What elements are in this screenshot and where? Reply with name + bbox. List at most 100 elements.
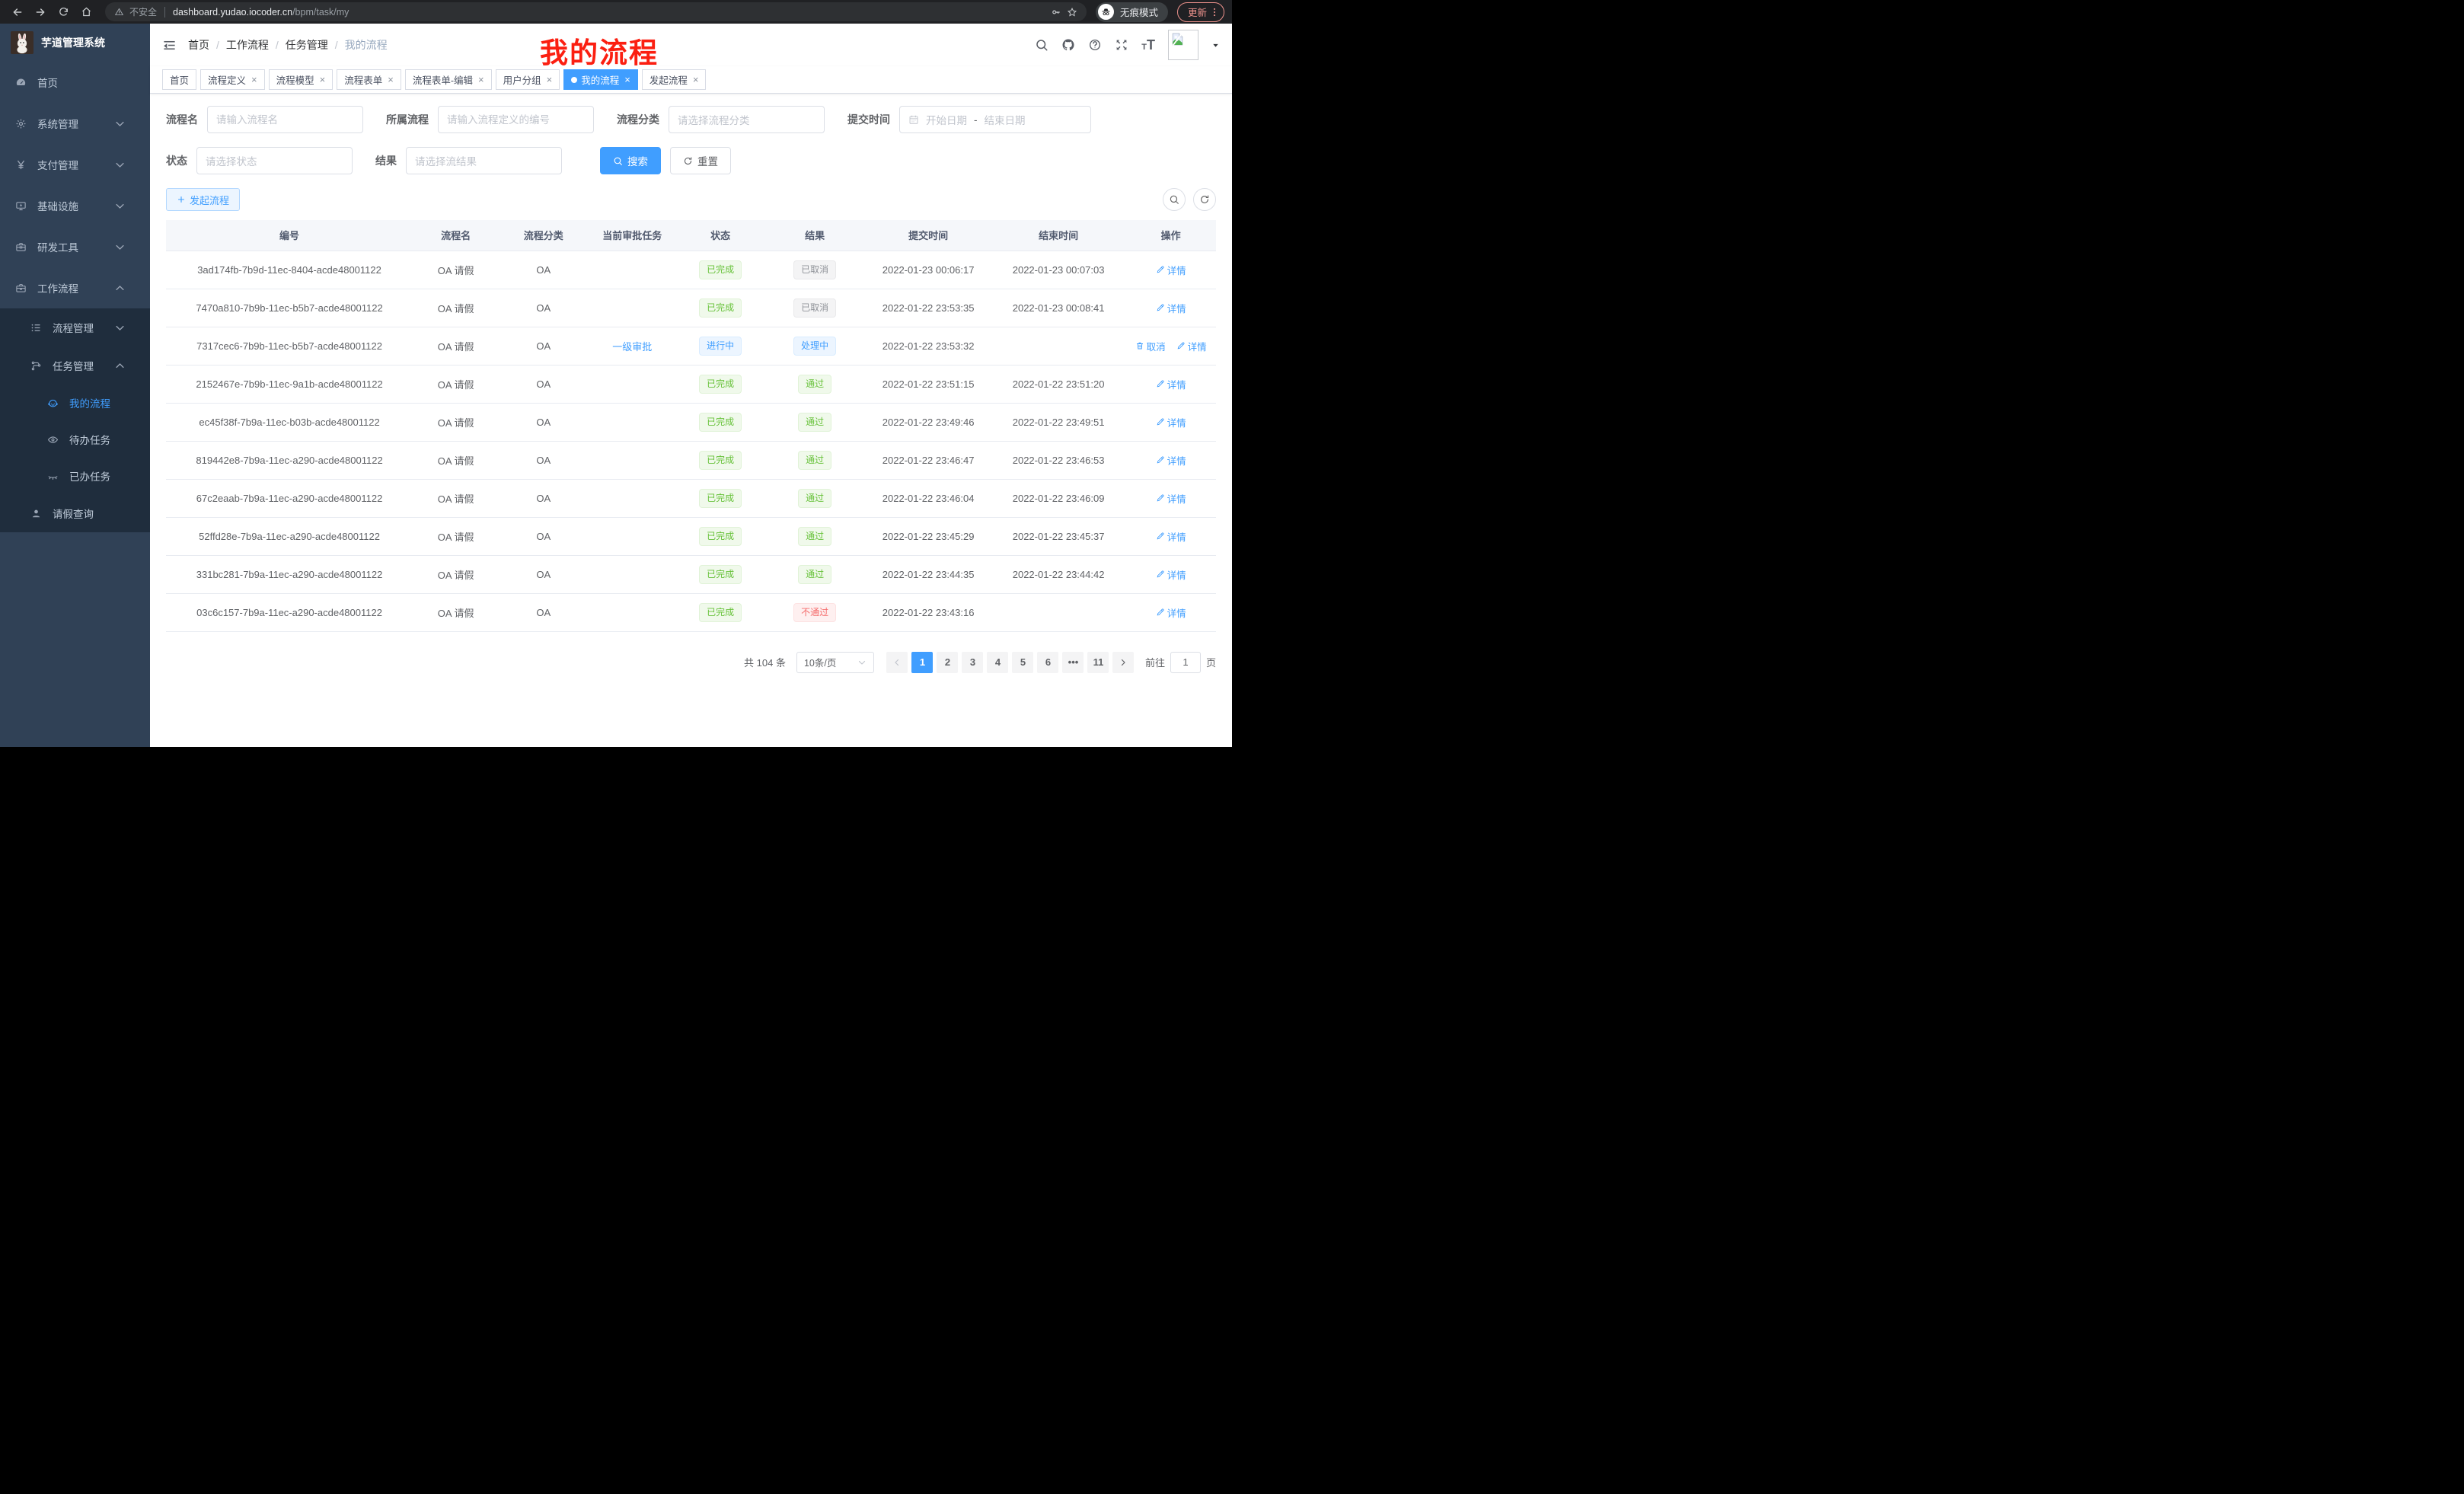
page-button-3[interactable]: 3 [962,652,983,673]
table-row[interactable]: 7317cec6-7b9b-11ec-b5b7-acde48001122 OA … [166,327,1216,365]
font-size-icon[interactable]: TT [1141,38,1155,52]
close-icon[interactable]: × [320,75,326,85]
process-definition-input[interactable] [438,106,594,133]
table-row[interactable]: 67c2eaab-7b9a-11ec-a290-acde48001122 OA … [166,479,1216,517]
sidebar-item-home[interactable]: 首页 [0,62,150,103]
close-icon[interactable]: × [478,75,484,85]
breadcrumb-item[interactable]: 工作流程 [226,37,269,53]
address-bar[interactable]: 不安全 dashboard.yudao.iocoder.cn/bpm/task/… [105,2,1087,21]
cell-status: 已完成 [676,403,764,441]
table-row[interactable]: 52ffd28e-7b9a-11ec-a290-acde48001122 OA … [166,517,1216,555]
sidebar-item-task-manage[interactable]: 任务管理 [0,346,150,385]
sidebar-item-infra[interactable]: 基础设施 [0,185,150,226]
close-icon[interactable]: × [693,75,699,85]
page-button-5[interactable]: 5 [1012,652,1033,673]
status-badge: 已完成 [699,298,742,318]
edit-icon [1156,265,1165,274]
submit-time-daterange[interactable]: 开始日期-结束日期 [899,106,1091,133]
table-row[interactable]: 3ad174fb-7b9d-11ec-8404-acde48001122 OA … [166,251,1216,289]
page-button-6[interactable]: 6 [1037,652,1058,673]
sidebar-fold-icon[interactable] [162,38,177,53]
app-logo[interactable]: 芋道管理系统 [0,24,150,62]
sidebar-item-payment[interactable]: 支付管理 [0,144,150,185]
show-search-button[interactable] [1163,188,1186,211]
create-process-button[interactable]: 发起流程 [166,188,240,211]
refresh-icon [1199,194,1210,205]
cell-result: 通过 [764,441,865,479]
current-task-link[interactable]: 一级审批 [612,341,652,353]
tab-start-process[interactable]: 发起流程 × [642,69,707,90]
browser-forward-icon[interactable] [30,2,50,22]
detail-link[interactable]: 详情 [1156,529,1186,544]
table-row[interactable]: 331bc281-7b9a-11ec-a290-acde48001122 OA … [166,555,1216,593]
breadcrumb-item[interactable]: 任务管理 [286,37,328,53]
table-row[interactable]: 03c6c157-7b9a-11ec-a290-acde48001122 OA … [166,593,1216,631]
sidebar-item-devtools[interactable]: 研发工具 [0,226,150,267]
avatar[interactable] [1168,30,1198,60]
sidebar-item-my-process[interactable]: 我的流程 [0,385,150,421]
browser-reload-icon[interactable] [53,2,73,22]
sidebar-item-process-manage[interactable]: 流程管理 [0,308,150,346]
close-icon[interactable]: × [547,75,553,85]
browser-home-icon[interactable] [76,2,96,22]
browser-back-icon[interactable] [8,2,27,22]
tab-process-form[interactable]: 流程表单 × [337,69,401,90]
tab-my-process[interactable]: 我的流程 × [563,69,638,90]
password-key-icon[interactable] [1051,7,1061,18]
field-label: 提交时间 [847,112,890,127]
table-row[interactable]: ec45f38f-7b9a-11ec-b03b-acde48001122 OA … [166,403,1216,441]
table-row[interactable]: 2152467e-7b9b-11ec-9a1b-acde48001122 OA … [166,365,1216,403]
process-name-input[interactable] [207,106,363,133]
prev-page-button[interactable] [886,652,908,673]
refresh-table-button[interactable] [1193,188,1216,211]
detail-link[interactable]: 详情 [1156,567,1186,582]
bookmark-star-icon[interactable] [1067,7,1077,18]
close-icon[interactable]: × [388,75,394,85]
github-icon[interactable] [1061,38,1075,52]
search-button[interactable]: 搜索 [600,147,661,174]
detail-link[interactable]: 详情 [1156,605,1186,620]
page-button-4[interactable]: 4 [987,652,1008,673]
close-icon[interactable]: × [251,75,257,85]
sidebar-item-leave-query[interactable]: 请假查询 [0,494,150,532]
status-select[interactable]: 请选择状态 [196,147,353,174]
detail-link[interactable]: 详情 [1156,301,1186,315]
detail-link[interactable]: 详情 [1156,263,1186,277]
detail-link[interactable]: 详情 [1156,415,1186,429]
update-button[interactable]: 更新 [1177,2,1224,22]
reset-button[interactable]: 重置 [670,147,731,174]
detail-link[interactable]: 详情 [1156,491,1186,506]
help-icon[interactable] [1088,38,1102,52]
search-icon[interactable] [1035,38,1048,52]
detail-link[interactable]: 详情 [1156,453,1186,468]
page-button-11[interactable]: 11 [1087,652,1109,673]
browser-menu-dots-icon[interactable] [1209,7,1220,18]
sidebar-item-workflow[interactable]: 工作流程 [0,267,150,308]
page-button-2[interactable]: 2 [937,652,958,673]
sidebar-item-done-task[interactable]: 已办任务 [0,458,150,494]
detail-link[interactable]: 详情 [1176,339,1207,353]
table-row[interactable]: 819442e8-7b9a-11ec-a290-acde48001122 OA … [166,441,1216,479]
table-row[interactable]: 7470a810-7b9b-11ec-b5b7-acde48001122 OA … [166,289,1216,327]
result-select[interactable]: 请选择流结果 [406,147,562,174]
more-pages-button[interactable]: ••• [1062,652,1084,673]
page-size-select[interactable]: 10条/页 [796,652,874,673]
tab-process-model[interactable]: 流程模型 × [269,69,334,90]
next-page-button[interactable] [1112,652,1134,673]
sidebar-item-todo-task[interactable]: 待办任务 [0,421,150,458]
cancel-link[interactable]: 取消 [1135,339,1166,353]
page-button-1[interactable]: 1 [911,652,933,673]
tab-home[interactable]: 首页 [162,69,196,90]
close-icon[interactable]: × [624,75,630,85]
tab-user-group[interactable]: 用户分组 × [496,69,560,90]
fullscreen-icon[interactable] [1115,38,1128,52]
chevron-down-icon [806,115,815,124]
goto-page-input[interactable] [1170,652,1201,673]
breadcrumb-item[interactable]: 首页 [188,37,209,53]
sidebar-item-system[interactable]: 系统管理 [0,103,150,144]
process-category-select[interactable]: 请选择流程分类 [669,106,825,133]
detail-link[interactable]: 详情 [1156,377,1186,391]
tab-process-definition[interactable]: 流程定义 × [200,69,265,90]
tab-process-form-edit[interactable]: 流程表单-编辑 × [405,69,492,90]
avatar-caret-down-icon[interactable] [1211,41,1220,49]
